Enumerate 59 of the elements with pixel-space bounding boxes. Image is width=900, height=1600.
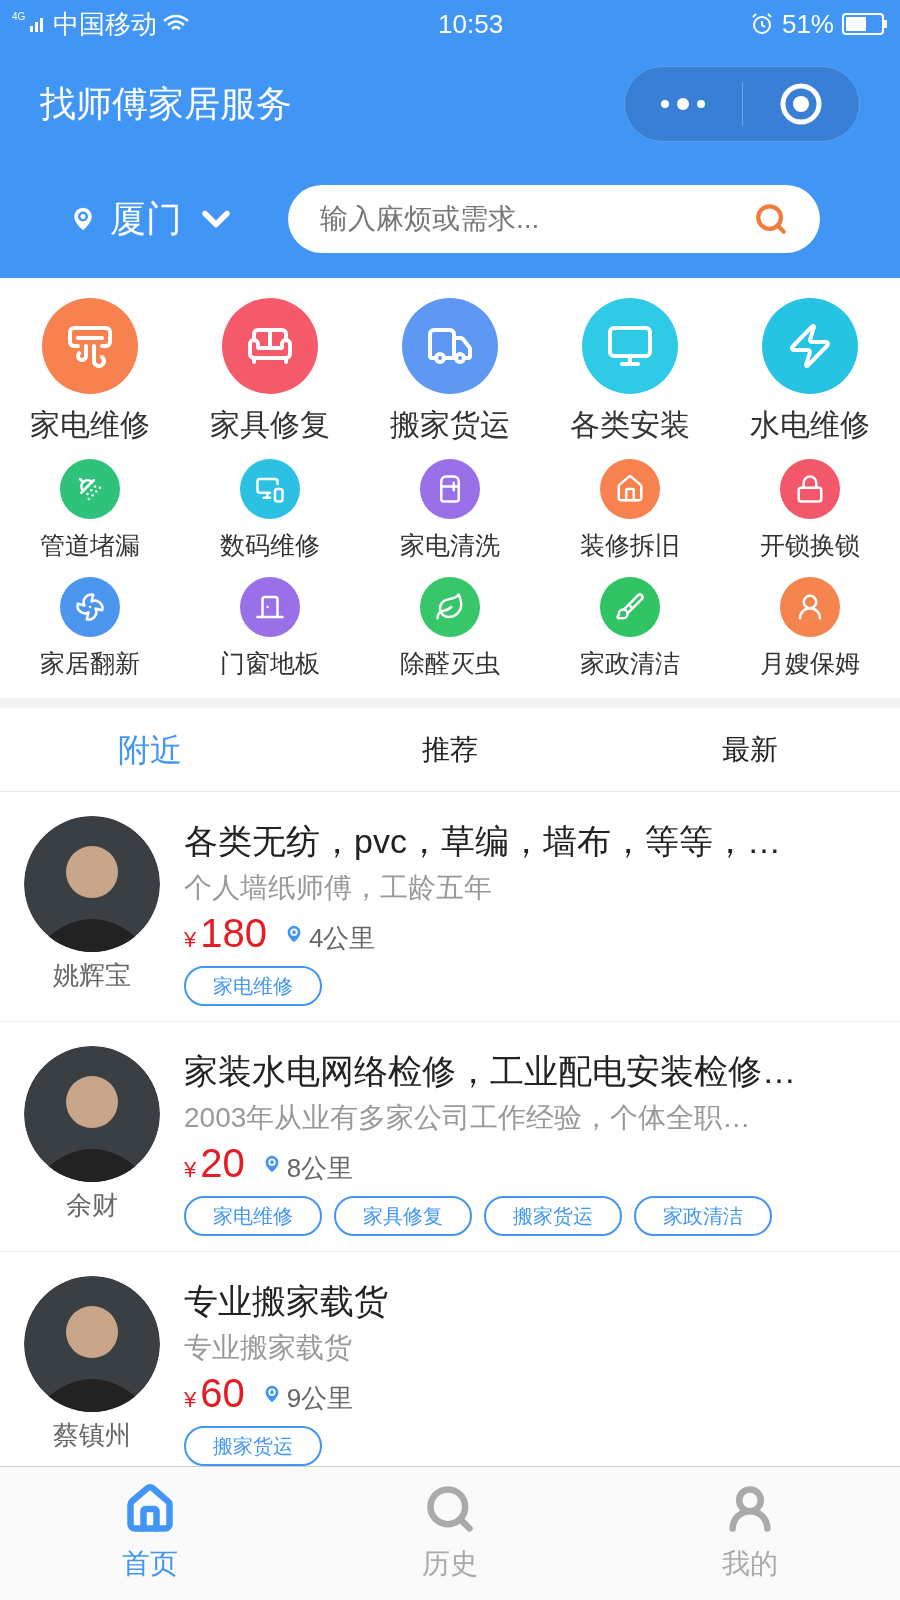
currency-symbol: ¥ [184,1156,197,1184]
worker-description: 专业搬家载货 [184,1331,353,1365]
tab[interactable]: 最新 [600,708,900,791]
category-item[interactable]: 家具修复 [180,298,360,447]
category-item[interactable]: 除醛灭虫 [360,576,540,682]
network-label: 4G [12,9,26,24]
category-item[interactable]: 开锁换锁 [720,459,900,565]
currency-symbol: ¥ [184,1386,197,1414]
worker-name: 蔡镇州 [53,1419,131,1452]
distance: 4公里 [309,922,376,955]
service-tag: 家政清洁 [634,1196,772,1236]
category-item[interactable]: 月嫂保姆 [720,576,900,682]
search-icon [754,202,788,236]
category-item[interactable]: 装修拆旧 [540,459,720,565]
category-item[interactable]: 家居翻新 [0,576,180,682]
category-item[interactable]: 各类安装 [540,298,720,447]
worker-title: 家装水电网络检修，工业配电安装检修… [184,1051,797,1092]
service-tag: 搬家货运 [484,1196,622,1236]
worker-name: 姚辉宝 [53,959,131,992]
price: 20 [200,1140,245,1187]
fan-icon [75,591,105,622]
price: 180 [200,910,267,957]
search-field[interactable]: 输入麻烦或需求... [288,185,820,253]
broom-icon [615,591,645,622]
worker-description: 2003年从业有多家公司工作经验，个体全职… [184,1101,752,1135]
category-item[interactable]: 家政清洁 [540,576,720,682]
avatar-icon [24,1276,160,1412]
worker-title: 专业搬家载货 [184,1281,389,1322]
home-icon [124,1482,176,1535]
category-item[interactable]: 门窗地板 [180,576,360,682]
service-tag: 家电维修 [184,966,322,1006]
distance: 9公里 [286,1382,354,1415]
price: 60 [200,1370,245,1417]
house-icon [615,474,645,504]
category-item[interactable]: 水电维修 [720,298,900,447]
category-item[interactable]: 管道堵漏 [0,459,180,565]
category-item[interactable]: 搬家货运 [360,298,540,447]
more-icon [659,98,708,110]
time-label: 10:53 [438,7,504,41]
service-tag: 家具修复 [334,1196,472,1236]
worker-title: 各类无纺，pvc，草编，墙布，等等，… [184,821,782,862]
service-tag: 家电维修 [184,1196,322,1236]
battery-icon [842,13,888,35]
tab[interactable]: 推荐 [300,708,600,791]
battery-label: 51% [781,7,834,41]
app-title: 找师傅家居服务 [40,82,292,126]
worker-description: 个人墙纸师傅，工龄五年 [184,871,493,905]
avatar-icon [24,1046,160,1182]
target-icon [778,82,823,126]
avatar-icon [24,816,160,952]
worker-name: 余财 [66,1189,118,1222]
category-item[interactable]: 数码维修 [180,459,360,565]
distance: 8公里 [286,1152,354,1185]
lock-icon [795,474,825,504]
category-item[interactable]: 家电清洗 [360,459,540,565]
category-item[interactable]: 家电维修 [0,298,180,447]
leaf-icon [435,591,465,622]
carrier-label: 中国移动 [53,7,158,41]
currency-symbol: ¥ [184,926,197,954]
